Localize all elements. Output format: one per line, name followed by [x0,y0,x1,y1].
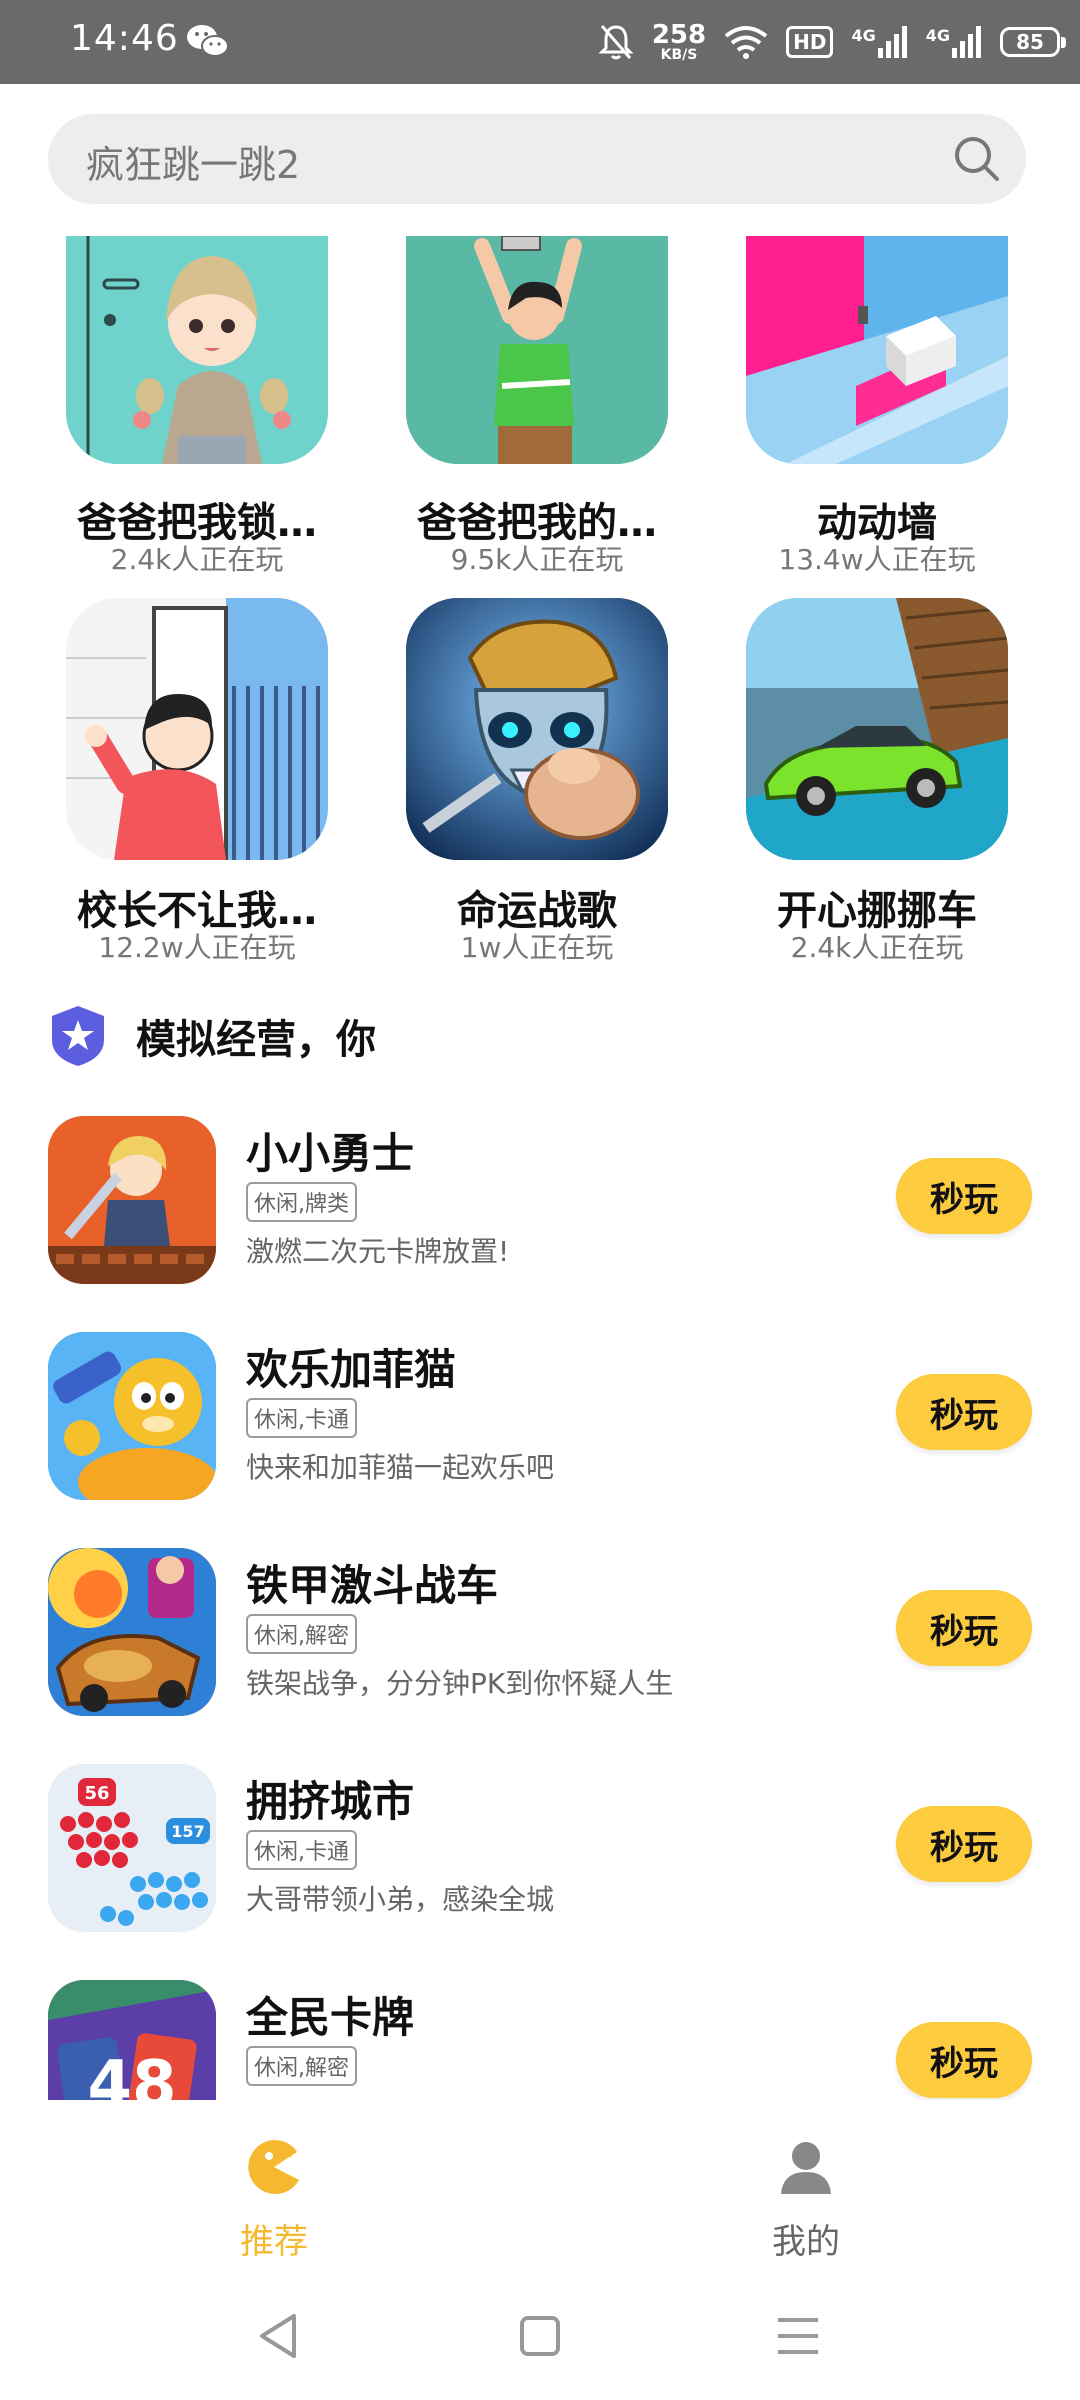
net-type-2: 4G [925,26,950,45]
section-header: 模拟经营，你 [48,1004,376,1068]
game-thumbnail [48,1548,216,1716]
game-thumbnail [746,598,1008,860]
game-players: 9.5k人正在玩 [450,543,624,576]
warrior-art [48,1116,216,1284]
signal-2: 4G [926,26,982,58]
net-speed-value: 258 [651,20,707,50]
crowd-count-red: 56 [84,1783,109,1804]
instant-play-button[interactable]: 秒玩 [896,1806,1032,1882]
tab-mine-label: 我的 [772,2222,840,2262]
card-number: 48 [87,2048,176,2100]
garfield-art [48,1332,216,1500]
menu-icon[interactable] [770,2308,826,2364]
wechat-icon [187,25,229,57]
girl-door-art [66,236,328,464]
status-time: 14:46 [70,18,179,59]
section-title: 模拟经营，你 [136,1017,376,1063]
signal-bars-icon [952,26,981,58]
game-thumbnail [406,236,668,464]
game-thumbnail [746,236,1008,464]
item-title: 拥挤城市 [246,1777,415,1826]
tab-mine[interactable]: 我的 [706,2136,906,2263]
crowd-city-art: 56 157 [48,1764,216,1932]
game-thumbnail [66,236,328,464]
game-thumbnail [48,1332,216,1500]
instant-play-button[interactable]: 秒玩 [896,1374,1032,1450]
item-tag: 休闲,牌类 [246,1182,357,1222]
net-speed-unit: KB/S [660,47,698,63]
item-title: 铁甲激斗战车 [246,1561,499,1610]
crowd-count-blue: 157 [171,1822,204,1841]
game-players: 2.4k人正在玩 [110,543,284,576]
card-game-art: 48 [48,1980,216,2100]
mute-bell-icon [598,25,634,60]
principal-door-art [66,598,328,860]
item-tag: 休闲,卡通 [246,1398,357,1438]
game-thumbnail [66,598,328,860]
search-placeholder: 疯狂跳一跳2 [86,143,301,187]
wifi-icon [724,26,768,59]
battery-indicator: 85 [1000,27,1066,57]
game-players: 1w人正在玩 [460,931,614,964]
item-tag: 休闲,解密 [246,2046,357,2086]
item-desc: 激燃二次元卡牌放置! [246,1235,510,1268]
list-item[interactable]: 铁甲激斗战车 休闲,解密 铁架战争，分分钟PK到你怀疑人生 秒玩 [0,1532,1080,1748]
game-players: 13.4w人正在玩 [778,543,976,576]
fate-warsong-art [406,598,668,860]
home-icon[interactable] [512,2308,568,2364]
game-thumbnail [406,598,668,860]
search-icon[interactable] [952,134,1002,184]
list-item[interactable]: 56 157 拥挤城市 休闲,卡通 大哥带领小弟，感染全城 秒玩 [0,1748,1080,1964]
game-thumbnail: 56 157 [48,1764,216,1932]
wall-art [746,236,1008,464]
item-desc: 大哥带领小弟，感染全城 [246,1883,555,1916]
item-title: 全民卡牌 [246,1993,415,2042]
hd-badge: HD [786,26,834,58]
tab-recommend-label: 推荐 [240,2222,308,2262]
item-title: 小小勇士 [246,1129,415,1178]
list-item[interactable]: 欢乐加菲猫 休闲,卡通 快来和加菲猫一起欢乐吧 秒玩 [0,1316,1080,1532]
item-title: 欢乐加菲猫 [246,1345,457,1394]
item-tag: 休闲,解密 [246,1614,357,1654]
signal-1: 4G [851,26,907,58]
star-shield-icon [52,1006,104,1066]
signal-bars-icon [877,26,907,58]
instant-play-button[interactable]: 秒玩 [896,2022,1032,2098]
game-thumbnail [48,1116,216,1284]
list-item[interactable]: 48 全民卡牌 休闲,解密 秒玩 [0,1964,1080,2100]
game-thumbnail: 48 [48,1980,216,2100]
system-navigation-bar [0,2272,1080,2400]
item-tag: 休闲,卡通 [246,1830,357,1870]
net-speed: 258 KB/S [652,22,706,62]
instant-play-button[interactable]: 秒玩 [896,1590,1032,1666]
battery-level: 85 [1016,30,1044,54]
status-bar: 14:46 258 KB/S HD 4G 4G 85 [0,0,1080,84]
boy-phone-art [406,236,668,464]
person-icon [781,2142,831,2194]
bottom-tab-bar: 推荐 我的 [0,2106,1080,2272]
recommend-pacman-icon [248,2139,299,2194]
net-type-1: 4G [851,26,876,45]
game-players: 2.4k人正在玩 [790,931,964,964]
game-players: 12.2w人正在玩 [98,931,296,964]
item-desc: 铁架战争，分分钟PK到你怀疑人生 [246,1667,674,1700]
instant-play-button[interactable]: 秒玩 [896,1158,1032,1234]
battle-car-art [48,1548,216,1716]
list-item[interactable]: 小小勇士 休闲,牌类 激燃二次元卡牌放置! 秒玩 [0,1100,1080,1316]
game-list: 小小勇士 休闲,牌类 激燃二次元卡牌放置! 秒玩 欢乐加菲猫 休闲,卡通 快来和… [0,1100,1080,2100]
back-icon[interactable] [252,2308,308,2364]
move-car-art [746,598,1008,860]
search-bar[interactable]: 疯狂跳一跳2 [48,114,1026,204]
item-desc: 快来和加菲猫一起欢乐吧 [246,1451,555,1484]
tab-recommend[interactable]: 推荐 [174,2136,374,2263]
